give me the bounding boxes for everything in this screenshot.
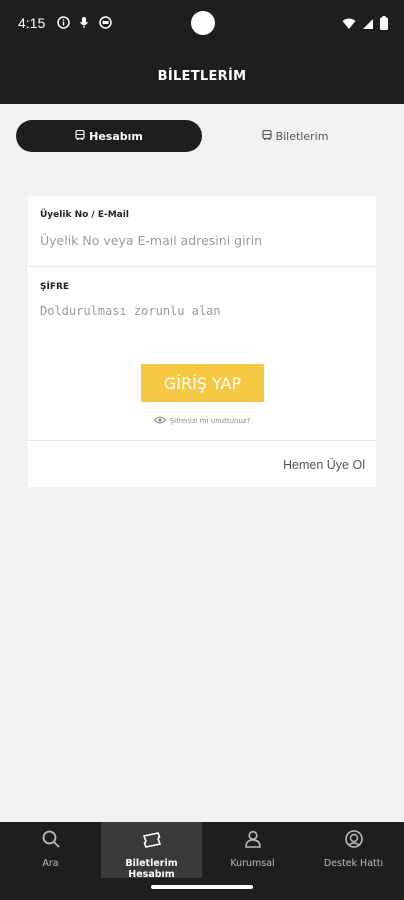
account-tabs: Hesabım Biletlerim — [16, 120, 388, 152]
user-field[interactable]: Üyelik No / E-Mail Üyelik No veya E-mail… — [28, 196, 376, 266]
nav-item-label: Destek Hattı — [323, 858, 384, 869]
login-button[interactable]: GİRİŞ YAP — [141, 364, 264, 402]
bus-icon — [75, 129, 85, 143]
nav-item-label: Biletlerim Hesabım — [125, 858, 178, 880]
search-icon — [0, 829, 101, 849]
tab-label: Hesabım — [89, 129, 143, 143]
bus-icon — [261, 129, 272, 143]
status-bar: 4:15 — [0, 0, 404, 48]
tab-biletlerim[interactable]: Biletlerim — [202, 120, 388, 152]
nav-item-destek-hatti[interactable]: Destek Hattı — [303, 822, 404, 878]
home-indicator[interactable] — [151, 885, 253, 889]
camera-cutout — [191, 11, 215, 35]
support-icon — [303, 829, 404, 849]
forgot-password-link[interactable]: Şifrenizi mi unuttunuz? — [28, 416, 376, 426]
gesture-bar — [0, 878, 404, 900]
user-field-label: Üyelik No / E-Mail — [40, 210, 129, 220]
signal-icon — [362, 15, 374, 34]
status-time: 4:15 — [18, 15, 46, 31]
card-divider — [28, 440, 376, 441]
app-header: BİLETLERİM — [0, 48, 404, 104]
ticket-icon — [101, 829, 202, 849]
nav-item-kurumsal[interactable]: Kurumsal — [202, 822, 303, 878]
info-icon — [56, 15, 70, 29]
microphone-icon — [77, 15, 91, 29]
nav-item-label: Kurumsal — [230, 858, 275, 869]
status-notification-icons — [56, 15, 112, 29]
password-field[interactable]: ŞİFRE Doldurulması zorunlu alan — [28, 267, 376, 337]
nav-item-label: Ara — [42, 858, 59, 869]
forgot-password-label: Şifrenizi mi unuttunuz? — [169, 417, 251, 425]
password-field-label: ŞİFRE — [40, 282, 70, 292]
battery-icon — [380, 15, 388, 34]
user-input[interactable]: Üyelik No veya E-mail adresini girin — [40, 233, 262, 248]
eye-icon — [153, 416, 166, 426]
nav-item-ara[interactable]: Ara — [0, 822, 101, 878]
person-icon — [202, 829, 303, 849]
tab-hesabim[interactable]: Hesabım — [16, 120, 202, 152]
app-notification-icon — [98, 15, 112, 29]
wifi-icon — [342, 15, 356, 34]
bottom-navigation: Ara Biletlerim Hesabım Kurumsal Destek H… — [0, 822, 404, 880]
password-input[interactable]: Doldurulması zorunlu alan — [40, 304, 221, 318]
nav-item-biletlerim-hesabim[interactable]: Biletlerim Hesabım — [101, 822, 202, 880]
login-card: Üyelik No / E-Mail Üyelik No veya E-mail… — [28, 196, 376, 487]
signup-link[interactable]: Hemen Üye Ol — [283, 458, 365, 472]
page-title: BİLETLERİM — [157, 68, 247, 84]
tab-label: Biletlerim — [275, 129, 329, 143]
status-system-icons — [342, 15, 388, 34]
